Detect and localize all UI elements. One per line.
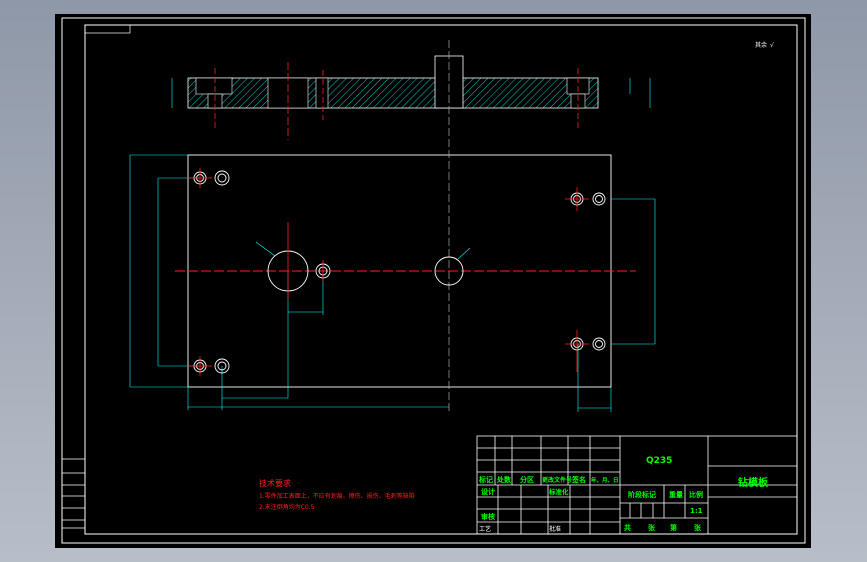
- tb-weight: 重量: [669, 490, 683, 499]
- section-view: [171, 55, 651, 140]
- tb-label-change-doc: 更改文件号: [542, 476, 572, 484]
- note-2: 2.未注倒角均为C0.5: [259, 503, 315, 511]
- left-strip-table: [62, 458, 85, 529]
- tb-sheets-unit: 张: [648, 523, 656, 532]
- tb-sheets-total: 共: [624, 523, 631, 532]
- tb-label-count: 处数: [496, 475, 512, 484]
- tb-sheet-unit: 张: [694, 523, 702, 532]
- code-box: [84, 24, 131, 34]
- roughness-symbol: √: [770, 42, 774, 49]
- drawing-sheet: 其余 √ 技术要求 1.零件加工表面上，不应有划痕、擦伤、损伤、毛刺等缺陷 2.…: [61, 17, 806, 544]
- tb-standardization: 标准化: [548, 487, 569, 496]
- tb-design: 设计: [481, 487, 495, 496]
- tb-ratio: 比例: [689, 490, 703, 499]
- tb-stage-mark: 阶段标记: [628, 490, 656, 499]
- scale-value: 1:1: [690, 507, 703, 515]
- tb-label-sign: 签名: [571, 475, 586, 484]
- tb-label-mark: 标记: [478, 475, 493, 484]
- tb-approve: 批准: [549, 525, 561, 533]
- material: Q235: [646, 456, 672, 466]
- tb-label-zone: 分区: [520, 475, 534, 484]
- tb-review: 审核: [481, 512, 495, 521]
- note-1: 1.零件加工表面上，不应有划痕、擦伤、损伤、毛刺等缺陷: [259, 492, 415, 500]
- tb-sheet-no: 第: [670, 523, 677, 532]
- notes-title: 技术要求: [259, 478, 291, 488]
- part-name: 钻模板: [738, 476, 769, 489]
- tb-process: 工艺: [479, 525, 491, 533]
- cad-drawing-canvas: 其余 √ 技术要求 1.零件加工表面上，不应有划痕、擦伤、损伤、毛刺等缺陷 2.…: [55, 14, 811, 548]
- tb-label-date: 年、月、日: [591, 476, 619, 484]
- surface-roughness-note: 其余: [755, 41, 767, 49]
